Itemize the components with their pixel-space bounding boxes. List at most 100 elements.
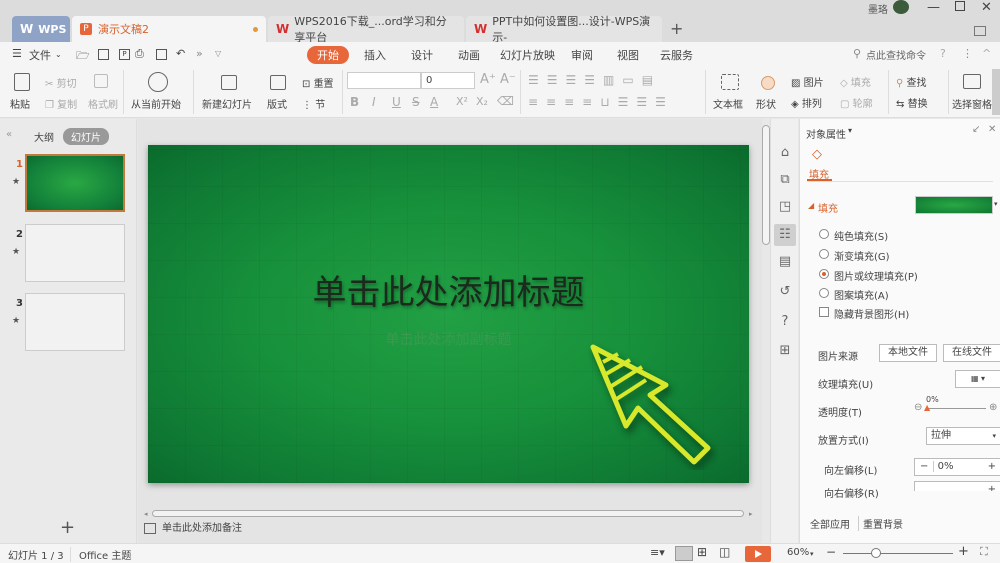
section-button[interactable]: ⋮ 节 (302, 96, 325, 111)
dock-icon[interactable]: ↙ (972, 124, 980, 135)
chevron-down-icon[interactable]: ▾ (994, 200, 998, 208)
apps-grid-icon[interactable]: ⊞ (777, 343, 793, 359)
zoom-slider[interactable] (843, 553, 953, 554)
italic-button[interactable]: I (372, 95, 376, 109)
help-circle-icon[interactable]: ? (777, 314, 793, 330)
user-name[interactable]: 墨珞 (868, 1, 888, 16)
subscript-button[interactable]: X₂ (476, 95, 488, 108)
grow-font-button[interactable]: A⁺ (480, 72, 496, 87)
normal-view-icon[interactable] (675, 546, 693, 561)
history-icon[interactable]: ↺ (777, 284, 793, 300)
font-name-field[interactable] (347, 72, 421, 89)
tab-review[interactable]: 审阅 (571, 47, 593, 63)
close-button[interactable]: ✕ (981, 0, 992, 15)
slide-thumbnail-2[interactable] (25, 224, 125, 282)
zoom-in-button[interactable]: + (958, 544, 969, 559)
plus-icon[interactable]: + (988, 482, 996, 491)
scroll-right-icon[interactable]: ▸ (749, 510, 753, 518)
radio-pattern-fill[interactable] (819, 288, 829, 298)
theme-name[interactable]: Office 主题 (70, 547, 131, 562)
texture-fill-dropdown[interactable]: ▦ ▾ (955, 370, 1000, 388)
transparency-plus-icon[interactable]: ⊕ (989, 402, 997, 413)
cut-button[interactable]: ✂ 剪切 (45, 75, 77, 90)
open-icon[interactable]: 🗁 (76, 47, 90, 66)
panel-toggle-icon[interactable] (974, 26, 986, 36)
radio-gradient-fill[interactable] (819, 249, 829, 259)
title-placeholder[interactable]: 单击此处添加标题 (148, 265, 749, 314)
zoom-level[interactable]: 60% (787, 547, 809, 558)
selection-pane-button[interactable]: 选择窗格 (952, 96, 992, 111)
new-slide-button[interactable]: 新建幻灯片 (202, 96, 252, 111)
tab-slideshow[interactable]: 幻灯片放映 (500, 47, 555, 63)
offset-right-stepper[interactable]: + (914, 481, 1000, 491)
pattern-fill-label[interactable]: 图案填充(A) (834, 287, 889, 302)
shape-button[interactable]: 形状 (756, 96, 776, 111)
hamburger-icon[interactable]: ☰ (12, 47, 22, 60)
slide-switch-icon[interactable]: ⧉ (777, 172, 793, 188)
layout-button[interactable]: 版式 (267, 96, 287, 111)
avatar[interactable] (893, 0, 909, 14)
add-slide-button[interactable]: + (60, 517, 75, 538)
tab-slides[interactable]: 幻灯片 (63, 128, 109, 145)
fill-color-swatch[interactable] (915, 196, 993, 214)
cursor-arrow-graphic[interactable] (588, 340, 718, 470)
find-button[interactable]: ⚲ 查找 (896, 74, 927, 89)
fill-section-header[interactable]: 填充 (818, 200, 838, 215)
font-size-field[interactable]: 0 (421, 72, 475, 89)
slide-thumbnail-3[interactable] (25, 293, 125, 351)
slide-sorter-icon[interactable]: ⊞ (697, 545, 707, 559)
tab-outline[interactable]: 大纲 (34, 129, 54, 144)
scroll-left-icon[interactable]: ◂ (144, 510, 148, 518)
hide-background-checkbox[interactable] (819, 307, 829, 317)
tab-wps-home[interactable]: W WPS (12, 16, 70, 42)
home-icon[interactable]: ⌂ (777, 145, 793, 161)
more-icon[interactable]: » (196, 47, 203, 60)
tab-home[interactable]: 开始 (307, 46, 349, 64)
textbox-button[interactable]: 文本框 (713, 96, 743, 111)
export-pdf-icon[interactable]: P (119, 49, 130, 60)
minus-icon[interactable]: − (915, 461, 935, 472)
chevron-down-icon[interactable]: ⌄ (55, 50, 62, 59)
tab-wps-download[interactable]: W WPS2016下载_...ord学习和分享平台 (268, 15, 464, 44)
collapse-pane-icon[interactable]: « (6, 129, 12, 140)
tab-design[interactable]: 设计 (411, 47, 433, 63)
star-icon[interactable]: ★ (12, 177, 20, 187)
chevron-down-icon[interactable]: ▾ (848, 126, 852, 135)
close-panel-icon[interactable]: ✕ (988, 124, 996, 135)
new-tab-button[interactable]: + (670, 19, 683, 38)
underline-button[interactable]: U (392, 95, 401, 109)
notes-toggle-icon[interactable]: ≡▾ (650, 546, 665, 559)
offset-left-stepper[interactable]: − 0% + (914, 458, 1000, 476)
arrange-button[interactable]: ◈ 排列 (791, 95, 822, 110)
solid-fill-label[interactable]: 纯色填充(S) (834, 228, 888, 243)
picture-button[interactable]: ▨ 图片 (791, 74, 824, 89)
archive-icon[interactable]: ▤ (777, 254, 793, 270)
plus-icon[interactable]: + (988, 459, 996, 475)
outline-button[interactable]: ▢ 轮廓 (840, 95, 873, 110)
reset-background-button[interactable]: 重置背景 (858, 516, 903, 531)
clear-format-button[interactable]: ⌫ (497, 94, 514, 108)
ribbon-scroll-button[interactable] (992, 69, 1000, 115)
local-file-button[interactable]: 本地文件 (879, 344, 937, 362)
transparency-slider[interactable] (926, 408, 986, 409)
paragraph-tools-row1[interactable]: ☰☰☰☰▥▭▤ (528, 73, 661, 87)
collapse-section-icon[interactable]: ◢ (808, 201, 814, 210)
file-menu[interactable]: 文件 (29, 47, 51, 63)
chevron-down-icon[interactable]: ▾ (810, 550, 814, 558)
undo-icon[interactable]: ↶ (176, 47, 185, 60)
transparency-minus-icon[interactable]: ⊖ (914, 402, 922, 413)
save-icon[interactable] (98, 49, 109, 60)
shrink-font-button[interactable]: A⁻ (500, 72, 516, 87)
paste-icon[interactable] (14, 73, 30, 91)
more-options-icon[interactable]: ⋮ (962, 47, 973, 60)
hide-background-label[interactable]: 隐藏背景图形(H) (834, 306, 909, 321)
radio-picture-fill[interactable] (819, 269, 829, 279)
vertical-scrollbar[interactable] (762, 125, 770, 245)
reading-view-icon[interactable]: ◫ (719, 545, 730, 559)
font-color-button[interactable]: A (430, 95, 438, 109)
shapes-icon[interactable]: ◳ (777, 199, 793, 215)
horizontal-scrollbar[interactable] (152, 510, 744, 517)
slide-thumbnail-1[interactable] (25, 154, 125, 212)
command-search[interactable]: 点此查找命令 (866, 47, 926, 62)
tab-cloud[interactable]: 云服务 (660, 47, 693, 63)
